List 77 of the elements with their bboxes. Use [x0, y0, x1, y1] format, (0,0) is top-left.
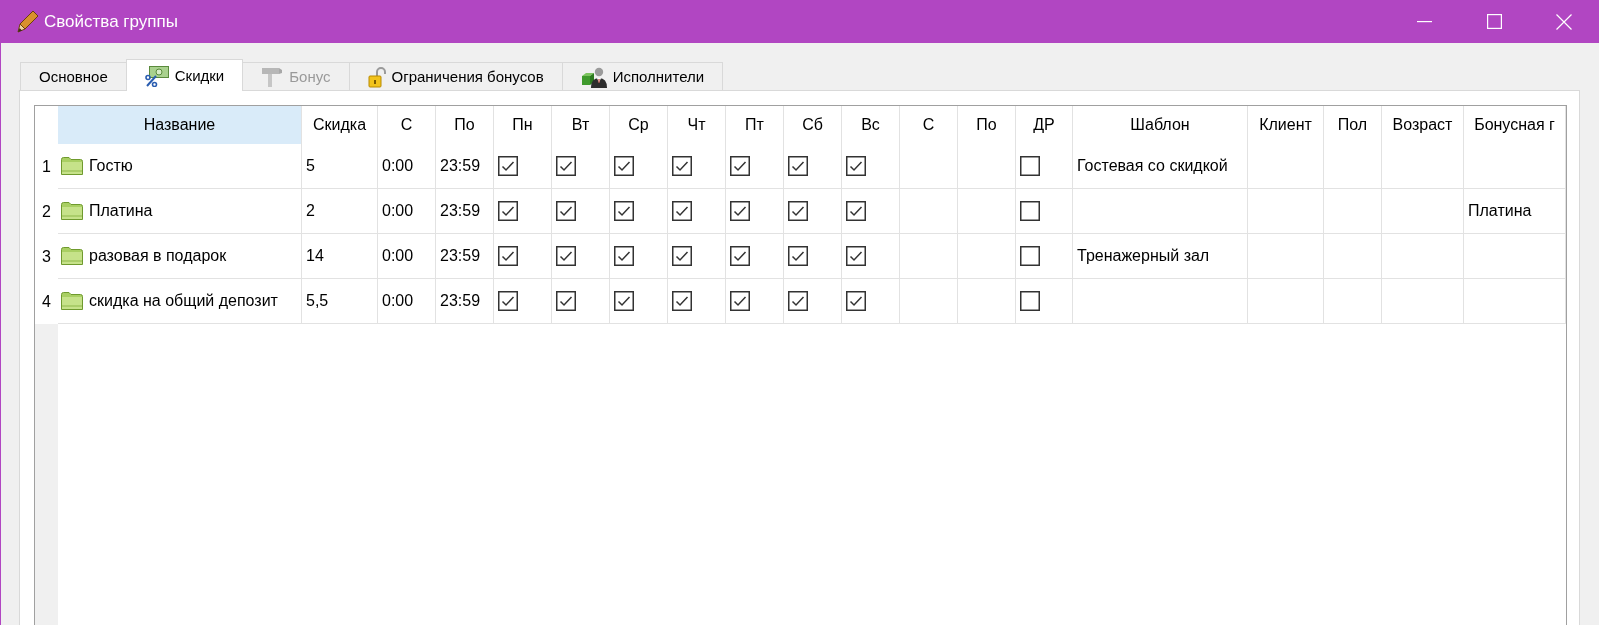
checkbox[interactable] [788, 156, 808, 176]
table-cell: 2 [302, 189, 378, 234]
table-cell: 23:59 [436, 189, 494, 234]
table-cell: 0:00 [378, 279, 436, 324]
checkbox[interactable] [556, 201, 576, 221]
checkbox[interactable] [730, 156, 750, 176]
tab[interactable]: Исполнители [561, 62, 724, 90]
window-title: Свойства группы [44, 11, 178, 32]
table-cell: Гостевая со скидкой [1073, 144, 1248, 189]
column-header[interactable]: Название [58, 106, 302, 144]
pencil-icon [17, 10, 39, 33]
checkbox[interactable] [1020, 246, 1040, 266]
row-number: 3 [41, 246, 52, 267]
checkbox[interactable] [846, 246, 866, 266]
checkbox[interactable] [614, 246, 634, 266]
close-icon [1556, 13, 1572, 30]
table-cell: 0:00 [378, 234, 436, 279]
checkbox[interactable] [614, 156, 634, 176]
checkbox[interactable] [846, 291, 866, 311]
row-number: 1 [41, 156, 52, 177]
checkbox[interactable] [1020, 156, 1040, 176]
checkbox[interactable] [672, 201, 692, 221]
checkbox[interactable] [672, 291, 692, 311]
checkbox[interactable] [672, 156, 692, 176]
checkbox[interactable] [788, 201, 808, 221]
checkbox[interactable] [788, 246, 808, 266]
group-name: Платина [89, 202, 153, 220]
checkbox[interactable] [730, 201, 750, 221]
table-cell: Платина [1464, 189, 1566, 234]
person-cube-icon [580, 65, 607, 88]
checkbox[interactable] [614, 291, 634, 311]
padlock-icon [367, 65, 386, 88]
table-cell: Тренажерный зал [1073, 234, 1248, 279]
empty-cell [1324, 189, 1382, 234]
hammer-icon [261, 66, 284, 87]
empty-cell [1324, 279, 1382, 324]
checkbox[interactable] [1020, 291, 1040, 311]
checkbox[interactable] [556, 291, 576, 311]
folder-icon [61, 157, 83, 175]
checkbox[interactable] [846, 156, 866, 176]
folder-icon [61, 202, 83, 220]
table-cell: 23:59 [436, 144, 494, 189]
row-number: 2 [41, 201, 52, 222]
folder-icon [61, 292, 83, 310]
checkbox[interactable] [1020, 201, 1040, 221]
tab[interactable]: Скидки [125, 59, 244, 91]
checkbox[interactable] [614, 201, 634, 221]
checkbox[interactable] [672, 246, 692, 266]
table-cell: 5 [302, 144, 378, 189]
row-number: 4 [41, 291, 52, 312]
checkbox[interactable] [730, 291, 750, 311]
group-name: скидка на общий депозит [89, 292, 278, 310]
table-cell: 5,5 [302, 279, 378, 324]
money-percent-icon [144, 64, 169, 87]
checkbox[interactable] [846, 201, 866, 221]
checkbox[interactable] [556, 246, 576, 266]
table-cell: 0:00 [378, 144, 436, 189]
checkbox[interactable] [556, 156, 576, 176]
maximize-icon [1486, 14, 1502, 29]
checkbox[interactable] [498, 156, 518, 176]
group-name: разовая в подарок [89, 247, 227, 265]
checkbox[interactable] [730, 246, 750, 266]
tab[interactable]: Ограничения бонусов [348, 62, 563, 90]
minimize-icon [1416, 20, 1432, 23]
empty-cell [1324, 234, 1382, 279]
checkbox[interactable] [498, 201, 518, 221]
empty-cell [1324, 144, 1382, 189]
checkbox[interactable] [498, 246, 518, 266]
table-cell: 0:00 [378, 189, 436, 234]
table-cell: 14 [302, 234, 378, 279]
table-cell: 23:59 [436, 234, 494, 279]
checkbox[interactable] [498, 291, 518, 311]
folder-icon [61, 247, 83, 265]
checkbox[interactable] [788, 291, 808, 311]
tab[interactable]: Основное [20, 62, 127, 90]
group-name: Гостю [89, 157, 133, 175]
table-cell: 23:59 [436, 279, 494, 324]
